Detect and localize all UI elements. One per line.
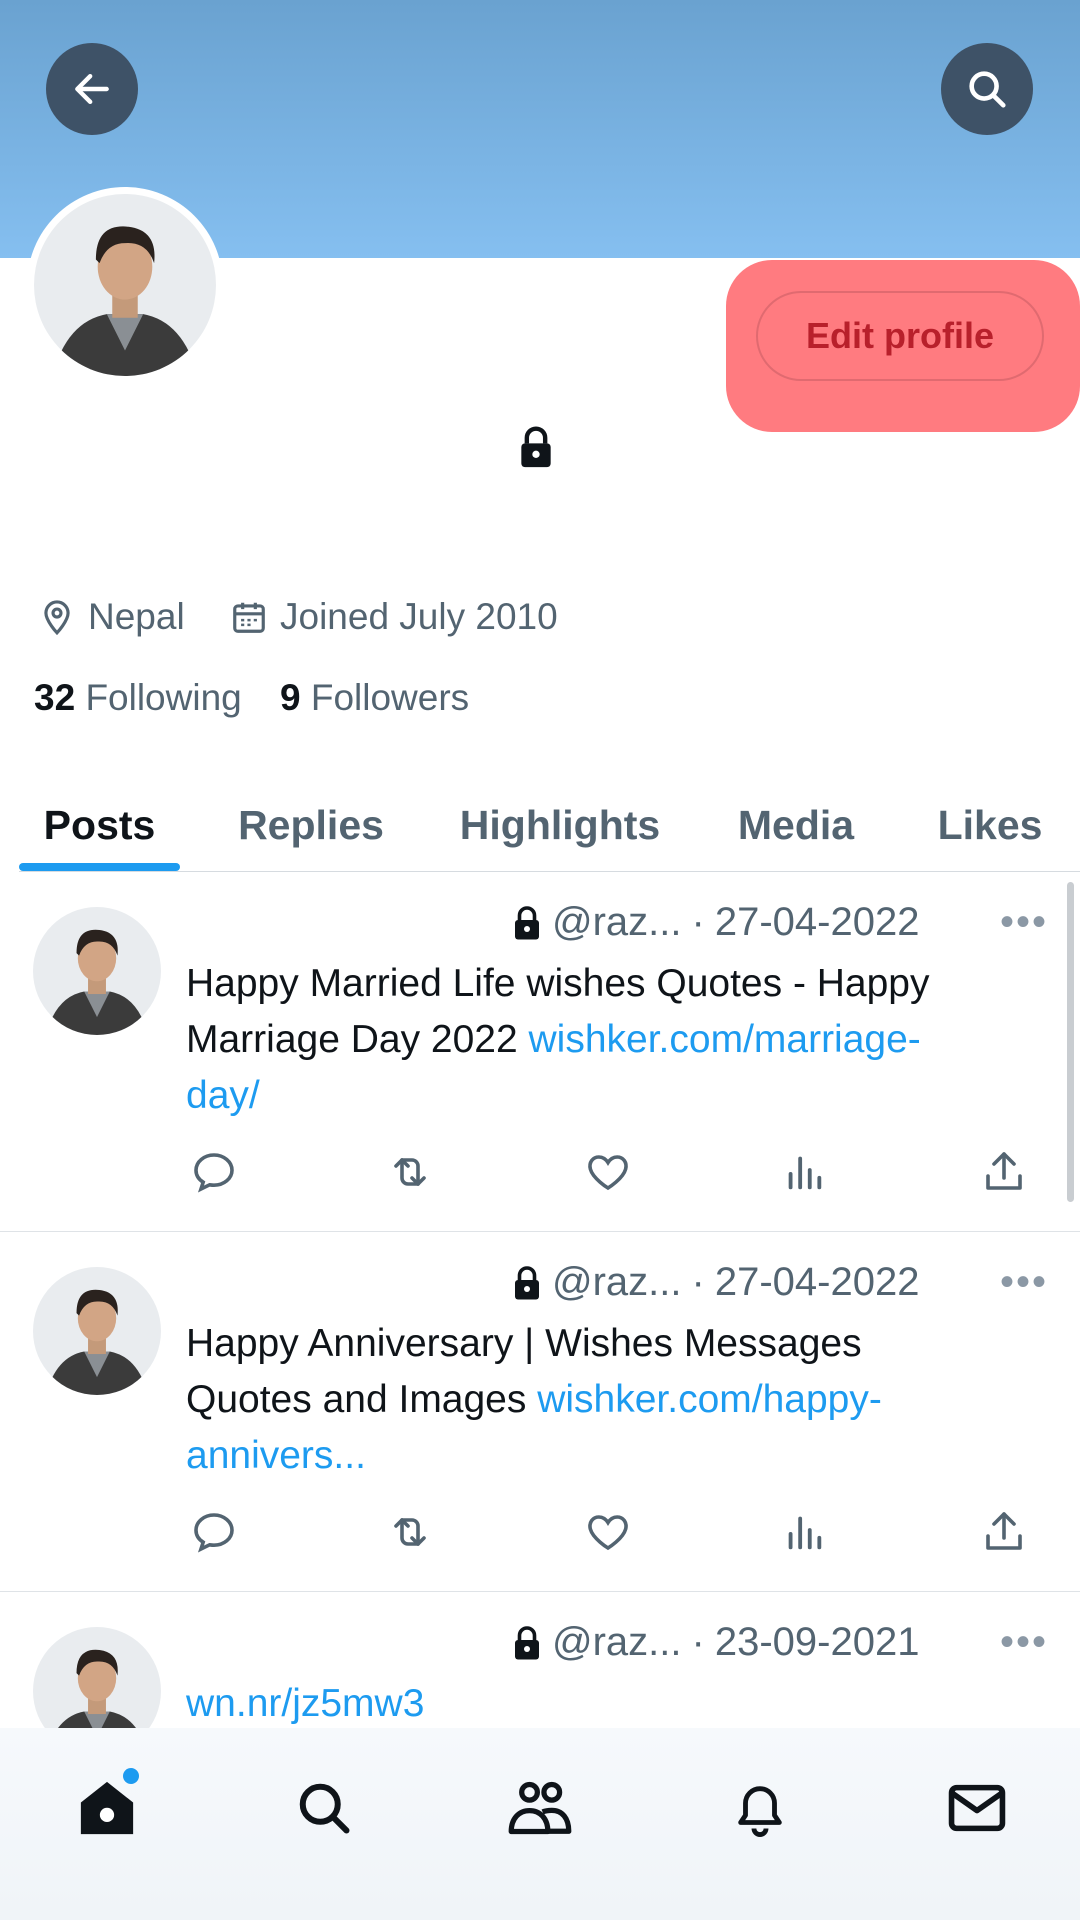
- mail-icon: [948, 1784, 1006, 1832]
- reply-button[interactable]: [186, 1144, 242, 1200]
- lock-icon: [517, 425, 555, 474]
- bell-icon: [738, 1786, 782, 1837]
- post-handle[interactable]: @raz...: [552, 1260, 682, 1305]
- post-text: Happy Married Life wishes Quotes - Happy…: [186, 956, 1026, 1124]
- nav-search[interactable]: [284, 1768, 364, 1848]
- location-text: Nepal: [88, 596, 185, 637]
- joined-text: Joined July 2010: [280, 596, 558, 637]
- analytics-icon: [788, 1156, 822, 1190]
- repost-button[interactable]: [382, 1504, 438, 1560]
- tab-media[interactable]: Media: [718, 778, 874, 872]
- share-button[interactable]: [976, 1504, 1032, 1560]
- post-text: Happy Anniversary | Wishes Messages Quot…: [186, 1316, 1026, 1484]
- tab-posts[interactable]: Posts: [19, 778, 180, 872]
- search-button[interactable]: [941, 43, 1033, 135]
- like-button[interactable]: [580, 1144, 636, 1200]
- notification-dot: [123, 1768, 139, 1784]
- post-link[interactable]: wishker.com/happy-: [537, 1378, 882, 1421]
- post-date[interactable]: 23-09-2021: [715, 1620, 920, 1665]
- nav-home[interactable]: [67, 1768, 147, 1848]
- search-icon: [969, 71, 1006, 108]
- post-header: @raz... · 27-04-2022: [512, 900, 919, 945]
- post-text-line: Happy Married Life wishes Quotes - Happy: [186, 962, 930, 1005]
- back-button[interactable]: [46, 43, 138, 135]
- post-avatar[interactable]: [33, 1267, 161, 1395]
- bottom-navigation: [0, 1728, 1080, 1920]
- followers-count: 9: [280, 677, 301, 718]
- separator: ·: [691, 900, 705, 944]
- heart-icon: [588, 1515, 628, 1551]
- arrow-left-icon: [75, 73, 109, 105]
- post-date[interactable]: 27-04-2022: [715, 900, 920, 945]
- home-icon: [80, 1781, 134, 1835]
- followers-link[interactable]: 9 Followers: [280, 677, 469, 719]
- nav-messages[interactable]: [937, 1768, 1017, 1848]
- post-divider: [0, 1591, 1080, 1592]
- share-button[interactable]: [976, 1144, 1032, 1200]
- share-icon: [986, 1152, 1022, 1190]
- repost-button[interactable]: [382, 1144, 438, 1200]
- post-handle[interactable]: @raz...: [552, 900, 682, 945]
- joined-info: Joined July 2010: [230, 596, 558, 638]
- post-text-line: Happy Anniversary | Wishes Messages: [186, 1322, 862, 1365]
- lock-icon: [515, 905, 539, 939]
- repost-icon: [394, 1518, 426, 1546]
- more-options-icon[interactable]: •••: [1000, 1620, 1048, 1665]
- post-date[interactable]: 27-04-2022: [715, 1260, 920, 1305]
- lock-icon: [515, 1265, 539, 1299]
- views-button[interactable]: [776, 1144, 832, 1200]
- profile-avatar[interactable]: [27, 187, 223, 383]
- post-avatar[interactable]: [33, 907, 161, 1035]
- reply-icon: [194, 1153, 234, 1193]
- post-text-line: Quotes and Images: [186, 1378, 538, 1421]
- communities-icon: [508, 1781, 572, 1835]
- location-info: Nepal: [38, 596, 185, 638]
- nav-communities[interactable]: [500, 1768, 580, 1848]
- post-handle[interactable]: @raz...: [552, 1620, 682, 1665]
- avatar: [34, 194, 216, 376]
- post-link[interactable]: wishker.com/marriage-: [529, 1018, 921, 1061]
- post-text: wn.nr/jz5mw3: [186, 1676, 1026, 1732]
- analytics-icon: [788, 1516, 822, 1550]
- post-actions: [186, 1504, 1056, 1560]
- post-actions: [186, 1144, 1056, 1200]
- post-header: @raz... · 23-09-2021: [512, 1620, 919, 1665]
- post-link-continued[interactable]: day/: [186, 1068, 1026, 1124]
- active-tab-indicator: [19, 863, 180, 871]
- following-label: Following: [85, 677, 242, 718]
- profile-tabs: Posts Replies Highlights Media Likes: [0, 778, 1080, 872]
- heart-icon: [588, 1155, 628, 1191]
- repost-icon: [394, 1158, 426, 1186]
- edit-profile-button[interactable]: Edit profile: [756, 291, 1044, 381]
- nav-notifications[interactable]: [720, 1768, 800, 1848]
- tabs-divider: [19, 871, 1080, 872]
- post-text-line: Marriage Day 2022: [186, 1018, 529, 1061]
- following-count: 32: [34, 677, 76, 718]
- views-button[interactable]: [776, 1504, 832, 1560]
- search-icon: [299, 1783, 350, 1834]
- following-link[interactable]: 32 Following: [34, 677, 242, 719]
- tab-replies[interactable]: Replies: [222, 778, 400, 872]
- separator: ·: [691, 1260, 705, 1304]
- lock-icon: [515, 1625, 539, 1659]
- share-icon: [986, 1512, 1022, 1550]
- reply-icon: [194, 1513, 234, 1553]
- post-divider: [0, 1231, 1080, 1232]
- reply-button[interactable]: [186, 1504, 242, 1560]
- post-link[interactable]: wn.nr/jz5mw3: [186, 1676, 1026, 1732]
- more-options-icon[interactable]: •••: [1000, 900, 1048, 945]
- location-pin-icon: [44, 600, 70, 636]
- scrollbar[interactable]: [1067, 882, 1074, 1202]
- post-header: @raz... · 27-04-2022: [512, 1260, 919, 1305]
- post-link-continued[interactable]: annivers...: [186, 1428, 1026, 1484]
- tab-highlights[interactable]: Highlights: [440, 778, 680, 872]
- more-options-icon[interactable]: •••: [1000, 1260, 1048, 1305]
- calendar-icon: [233, 602, 265, 633]
- like-button[interactable]: [580, 1504, 636, 1560]
- separator: ·: [691, 1620, 705, 1664]
- tab-likes[interactable]: Likes: [920, 778, 1060, 872]
- followers-label: Followers: [310, 677, 470, 718]
